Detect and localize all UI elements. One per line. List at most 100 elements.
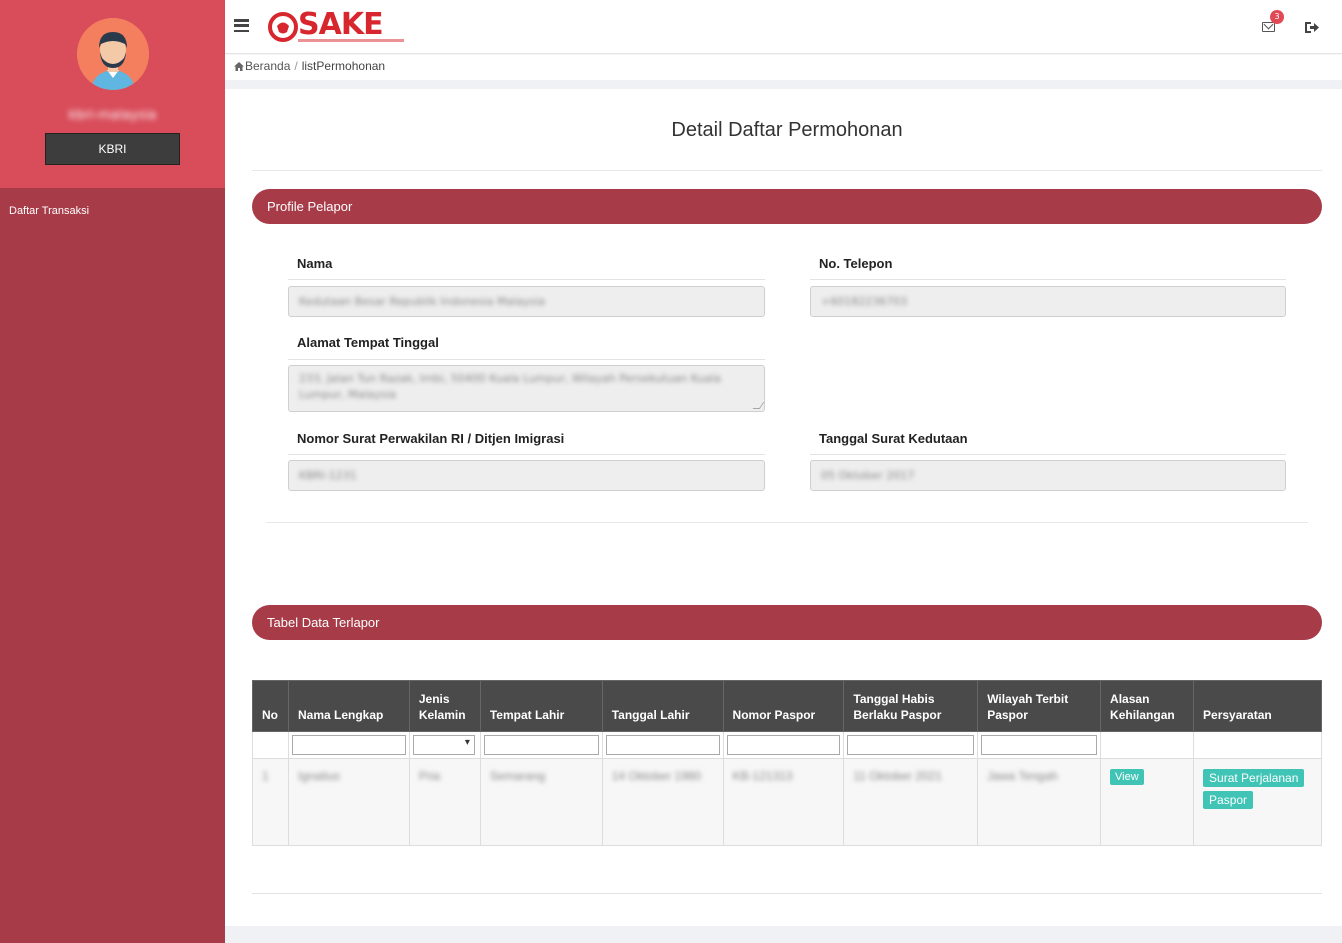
title-divider bbox=[252, 170, 1322, 171]
filter-row bbox=[252, 731, 1322, 759]
surat-perjalanan-button[interactable]: Surat Perjalanan bbox=[1203, 769, 1305, 787]
col-header-persyaratan[interactable]: Persyaratan bbox=[1193, 680, 1322, 732]
menu-toggle-icon[interactable] bbox=[234, 19, 249, 33]
cell-jenis-kelamin: Pria bbox=[408, 758, 481, 846]
label-divider bbox=[288, 279, 765, 280]
cell-value: Ignatius bbox=[297, 769, 341, 783]
filter-nomor-paspor-input[interactable] bbox=[726, 735, 841, 755]
cell-tempat-lahir: Semarang bbox=[479, 758, 603, 846]
filter-cell bbox=[287, 731, 410, 759]
alamat-value: 233, Jalan Tun Razak, Imbi, 50400 Kuala … bbox=[299, 372, 721, 401]
col-header-nama[interactable]: Nama Lengkap bbox=[287, 680, 410, 732]
filter-cell bbox=[977, 731, 1102, 759]
filter-tanggal-habis-input[interactable] bbox=[847, 735, 975, 755]
nama-value: Kedutaan Besar Republik Indonesia Malays… bbox=[299, 295, 546, 308]
label-divider bbox=[810, 454, 1286, 455]
cell-value: 14 Oktober 1980 bbox=[611, 769, 702, 783]
profile-section-header: Profile Pelapor bbox=[252, 189, 1322, 224]
sidebar-profile: kbri-malaysia KBRI bbox=[0, 0, 225, 188]
telepon-value: +60182236703 bbox=[821, 295, 908, 308]
mail-count-badge: 3 bbox=[1270, 10, 1284, 24]
breadcrumb-current: listPermohonan bbox=[301, 59, 386, 73]
col-header-wilayah[interactable]: Wilayah Terbit Paspor bbox=[977, 680, 1102, 732]
logo-text: SAKE bbox=[298, 7, 384, 42]
logout-icon[interactable] bbox=[1304, 21, 1320, 34]
nama-label: Nama bbox=[297, 256, 333, 271]
home-icon bbox=[234, 62, 244, 71]
cell-value: Semarang bbox=[489, 769, 546, 783]
table-row: 1 Ignatius Pria Semarang 14 Oktober 1980… bbox=[252, 758, 1322, 846]
filter-cell bbox=[408, 731, 481, 759]
alamat-textarea[interactable]: 233, Jalan Tun Razak, Imbi, 50400 Kuala … bbox=[288, 365, 765, 412]
cell-no: 1 bbox=[252, 758, 289, 846]
resize-handle-icon[interactable] bbox=[752, 402, 765, 409]
filter-cell-empty bbox=[1100, 731, 1195, 759]
cell-value: KB-121313 bbox=[732, 769, 793, 783]
breadcrumb-home-link[interactable]: Beranda bbox=[245, 59, 290, 73]
filter-cell bbox=[601, 731, 724, 759]
label-divider bbox=[810, 279, 1286, 280]
garuda-emblem-icon bbox=[268, 12, 298, 42]
cell-value: 1 bbox=[262, 769, 269, 783]
table-bottom-divider bbox=[252, 893, 1322, 894]
page-title: Detail Daftar Permohonan bbox=[671, 119, 903, 141]
paspor-button[interactable]: Paspor bbox=[1203, 791, 1254, 809]
label-divider bbox=[288, 454, 765, 455]
col-header-tanggal-habis[interactable]: Tanggal Habis Berlaku Paspor bbox=[843, 680, 979, 732]
footer-strip bbox=[225, 926, 1342, 943]
label-divider bbox=[288, 359, 765, 360]
sidebar-username: kbri-malaysia bbox=[68, 108, 157, 123]
tanggal-surat-field[interactable]: 05 Oktober 2017 bbox=[810, 460, 1286, 491]
user-avatar-icon bbox=[77, 18, 149, 90]
tanggal-surat-value: 05 Oktober 2017 bbox=[821, 469, 915, 482]
cell-nomor-paspor: KB-121313 bbox=[722, 758, 845, 846]
col-header-no[interactable]: No bbox=[252, 680, 289, 732]
alamat-label: Alamat Tempat Tinggal bbox=[297, 335, 439, 350]
cell-alasan: View bbox=[1100, 758, 1195, 846]
nomor-surat-label: Nomor Surat Perwakilan RI / Ditjen Imigr… bbox=[297, 431, 565, 446]
col-header-jenis-kelamin[interactable]: Jenis Kelamin bbox=[408, 680, 481, 732]
avatar bbox=[77, 18, 149, 90]
topbar: SAKE 3 bbox=[225, 0, 1342, 54]
filter-cell bbox=[722, 731, 845, 759]
app-logo[interactable]: SAKE bbox=[268, 7, 408, 46]
filter-cell bbox=[479, 731, 603, 759]
breadcrumb: Beranda / listPermohonan bbox=[225, 55, 1342, 80]
cell-value: Pria bbox=[418, 769, 441, 783]
filter-wilayah-input[interactable] bbox=[981, 735, 1098, 755]
filter-nama-input[interactable] bbox=[291, 735, 406, 755]
sidebar-item-daftar-transaksi[interactable]: Daftar Transaksi bbox=[0, 203, 225, 219]
content-divider bbox=[225, 80, 1342, 89]
profile-section-divider bbox=[266, 522, 1308, 523]
col-header-tempat-lahir[interactable]: Tempat Lahir bbox=[479, 680, 603, 732]
nomor-surat-field[interactable]: KBRI-1231 bbox=[288, 460, 765, 491]
telepon-field[interactable]: +60182236703 bbox=[810, 286, 1286, 317]
filter-cell-empty bbox=[252, 731, 289, 759]
tanggal-surat-label: Tanggal Surat Kedutaan bbox=[819, 431, 968, 446]
col-header-alasan[interactable]: Alasan Kehilangan bbox=[1100, 680, 1195, 732]
mail-icon[interactable] bbox=[1262, 22, 1275, 32]
col-header-tanggal-lahir[interactable]: Tanggal Lahir bbox=[601, 680, 724, 732]
sidebar: kbri-malaysia KBRI Daftar Transaksi bbox=[0, 0, 225, 943]
filter-cell-empty bbox=[1193, 731, 1322, 759]
telepon-label: No. Telepon bbox=[819, 256, 893, 271]
role-button[interactable]: KBRI bbox=[45, 133, 180, 165]
breadcrumb-separator: / bbox=[294, 59, 298, 73]
nama-field[interactable]: Kedutaan Besar Republik Indonesia Malays… bbox=[288, 286, 765, 317]
sidebar-nav: Daftar Transaksi bbox=[0, 188, 225, 219]
cell-nama: Ignatius bbox=[287, 758, 410, 846]
col-header-nomor-paspor[interactable]: Nomor Paspor bbox=[722, 680, 845, 732]
cell-tanggal-lahir: 14 Oktober 1980 bbox=[601, 758, 724, 846]
cell-value: 11 Oktober 2021 bbox=[853, 769, 942, 783]
filter-tempat-lahir-input[interactable] bbox=[483, 735, 599, 755]
filter-jenis-kelamin-select[interactable] bbox=[412, 735, 475, 755]
logo-tagline bbox=[298, 39, 404, 42]
table-header-row: No Nama Lengkap Jenis Kelamin Tempat Lah… bbox=[252, 680, 1322, 732]
view-alasan-button[interactable]: View bbox=[1110, 769, 1144, 785]
cell-persyaratan: Surat Perjalanan Paspor bbox=[1193, 758, 1322, 846]
terlapor-table: No Nama Lengkap Jenis Kelamin Tempat Lah… bbox=[252, 680, 1322, 846]
filter-tanggal-lahir-input[interactable] bbox=[605, 735, 720, 755]
cell-tanggal-habis: 11 Oktober 2021 bbox=[843, 758, 979, 846]
cell-wilayah: Jawa Tengah bbox=[977, 758, 1102, 846]
nomor-surat-value: KBRI-1231 bbox=[299, 469, 357, 482]
